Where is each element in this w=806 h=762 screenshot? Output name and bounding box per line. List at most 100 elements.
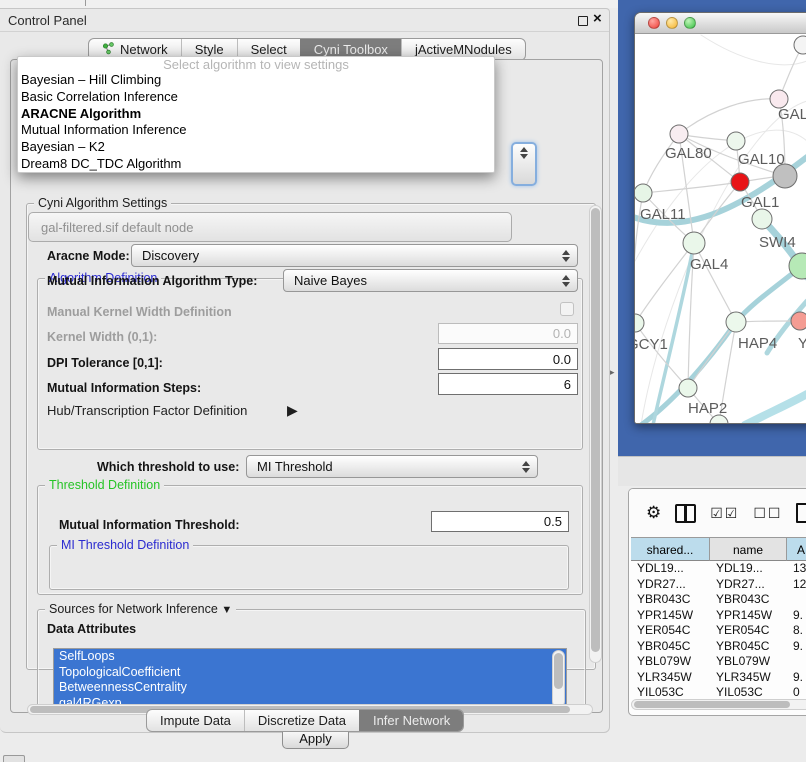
network-window-titlebar[interactable]: [635, 13, 806, 34]
node-hap4[interactable]: [726, 312, 746, 332]
settings-vscrollbar[interactable]: [589, 205, 602, 663]
combo-stepper-icon: [559, 275, 573, 287]
network-edge[interactable]: [745, 394, 806, 424]
bottom-tab-impute-data[interactable]: Impute Data: [147, 710, 244, 731]
table-cell: YPR145W: [631, 608, 710, 624]
dpi-tolerance-field[interactable]: 0.0: [438, 348, 578, 370]
table-row[interactable]: YER054CYER054C8.: [631, 623, 806, 639]
network-edge[interactable]: [694, 243, 736, 322]
table-cell: YER054C: [710, 623, 787, 639]
attribute-item[interactable]: BetweennessCentrality: [54, 680, 566, 696]
network-canvas[interactable]: GALGAL80GAL10GAL1GAL11SWI4GAL4GCY1HAP4YH…: [635, 34, 806, 424]
table-row[interactable]: YDR27...YDR27...12: [631, 577, 806, 593]
select-all-checkboxes-icon[interactable]: ☑☑: [710, 505, 739, 522]
algorithm-combo-remnant[interactable]: [511, 142, 537, 186]
mi-threshold-field[interactable]: 0.5: [431, 511, 569, 532]
table-cell: YDR27...: [631, 577, 710, 593]
window-minimize-icon[interactable]: [666, 17, 678, 29]
network-edge[interactable]: [643, 182, 740, 193]
gear-icon[interactable]: ⚙: [646, 503, 661, 523]
table-row[interactable]: YLR345WYLR345W9.: [631, 670, 806, 686]
float-panel-icon[interactable]: [578, 16, 588, 26]
mi-steps-label: Mutual Information Steps:: [47, 381, 201, 395]
window-close-icon[interactable]: [648, 17, 660, 29]
attribute-item[interactable]: TopologicalCoefficient: [54, 665, 566, 681]
node-partial-top[interactable]: [794, 36, 806, 54]
mi-threshold-label: Mutual Information Threshold:: [59, 518, 240, 532]
attribute-item[interactable]: SelfLoops: [54, 649, 566, 665]
node-label: GAL: [778, 106, 806, 123]
algorithm-option[interactable]: Basic Correlation Inference: [18, 89, 494, 106]
node-gal4[interactable]: [683, 232, 705, 254]
algorithm-option[interactable]: Dream8 DC_TDC Algorithm: [18, 156, 494, 173]
collapsed-panel-icon[interactable]: [3, 755, 25, 762]
expand-right-icon[interactable]: ▶: [287, 402, 298, 419]
bottom-tabs: Impute Data Discretize DataInfer Network: [146, 709, 464, 732]
node-hap2[interactable]: [679, 379, 697, 397]
manual-kernel-checkbox[interactable]: [560, 302, 574, 316]
table-cell: 9.: [787, 670, 806, 686]
network-edge[interactable]: [635, 323, 688, 388]
table-row[interactable]: YIL053CYIL053C0: [631, 685, 806, 699]
network-edge[interactable]: [679, 99, 779, 134]
table-row[interactable]: YDL19...YDL19...13: [631, 561, 806, 577]
column-header[interactable]: A: [787, 537, 806, 561]
new-table-icon[interactable]: [796, 503, 806, 523]
bottom-tab-label: Impute Data: [160, 713, 231, 728]
table-row[interactable]: YBR045CYBR045C9.: [631, 639, 806, 655]
column-header[interactable]: shared...: [631, 537, 710, 561]
split-divider-arrow-icon[interactable]: ▸: [610, 367, 615, 378]
network-table-combo[interactable]: gal-filtered.sif default node: [28, 212, 512, 242]
node-red[interactable]: [731, 173, 749, 191]
columns-icon[interactable]: [675, 504, 696, 523]
network-view-window[interactable]: GALGAL80GAL10GAL1GAL11SWI4GAL4GCY1HAP4YH…: [634, 12, 806, 424]
table-toolbar: ⚙ ☑☑ ☐☐: [629, 489, 806, 537]
bottom-tab-discretize-data[interactable]: Discretize Data: [244, 710, 359, 731]
algorithm-option[interactable]: ARACNE Algorithm: [18, 106, 494, 123]
window-zoom-icon[interactable]: [684, 17, 696, 29]
algorithm-option[interactable]: Mutual Information Inference: [18, 122, 494, 139]
table-row[interactable]: YPR145WYPR145W9.: [631, 608, 806, 624]
algorithm-option[interactable]: Bayesian – Hill Climbing: [18, 72, 494, 89]
table-row[interactable]: YBR043CYBR043C: [631, 592, 806, 608]
node-gal10[interactable]: [727, 132, 745, 150]
node-table[interactable]: shared...nameAYDL19...YDL19...13YDR27...…: [631, 537, 806, 699]
node-label: HAP4: [738, 335, 777, 352]
bottom-tab-infer-network[interactable]: Infer Network: [359, 710, 463, 731]
combo-stepper-icon: [559, 250, 573, 262]
node-gal80[interactable]: [670, 125, 688, 143]
table-cell: YLR345W: [710, 670, 787, 686]
node-swi4[interactable]: [752, 209, 772, 229]
node-salmon[interactable]: [791, 312, 806, 330]
data-attributes-list[interactable]: SelfLoopsTopologicalCoefficientBetweenne…: [53, 648, 567, 710]
table-hscrollbar[interactable]: [631, 699, 806, 710]
mi-threshold-definition-group: MI Threshold Definition: [49, 545, 569, 590]
aracne-mode-combo[interactable]: Discovery: [131, 244, 578, 267]
table-cell: YLR345W: [631, 670, 710, 686]
list-scrollbar[interactable]: [552, 650, 565, 708]
network-edge[interactable]: [643, 134, 679, 193]
algorithm-dropdown-placeholder: Select algorithm to view settings: [18, 57, 494, 72]
table-row[interactable]: YBL079WYBL079W: [631, 654, 806, 670]
mi-type-combo[interactable]: Naive Bayes: [283, 269, 578, 292]
node-label: GAL4: [690, 256, 728, 273]
network-edge[interactable]: [701, 35, 806, 65]
hub-section-label[interactable]: Hub/Transcription Factor Definition: [47, 403, 247, 418]
expand-down-icon[interactable]: ▼: [221, 604, 232, 616]
node-gal11[interactable]: [635, 184, 652, 202]
sources-group-title: Sources for Network Inference ▼: [45, 602, 236, 616]
network-graph[interactable]: GALGAL80GAL10GAL1GAL11SWI4GAL4GCY1HAP4YH…: [635, 34, 806, 424]
algorithm-option[interactable]: Bayesian – K2: [18, 139, 494, 156]
column-header[interactable]: name: [710, 537, 787, 561]
mi-steps-field[interactable]: 6: [438, 373, 578, 395]
node-gcy1[interactable]: [635, 314, 644, 332]
which-threshold-label: Which threshold to use:: [97, 460, 239, 474]
which-threshold-combo[interactable]: MI Threshold: [246, 455, 538, 478]
close-panel-icon[interactable]: ×: [593, 10, 602, 27]
kernel-width-field[interactable]: 0.0: [438, 323, 578, 344]
network-edge[interactable]: [688, 322, 736, 388]
manual-kernel-label: Manual Kernel Width Definition: [47, 305, 232, 319]
network-table-combo-value: gal-filtered.sif default node: [41, 220, 193, 235]
deselect-all-checkboxes-icon[interactable]: ☐☐: [753, 505, 782, 522]
table-cell: 9.: [787, 639, 806, 655]
